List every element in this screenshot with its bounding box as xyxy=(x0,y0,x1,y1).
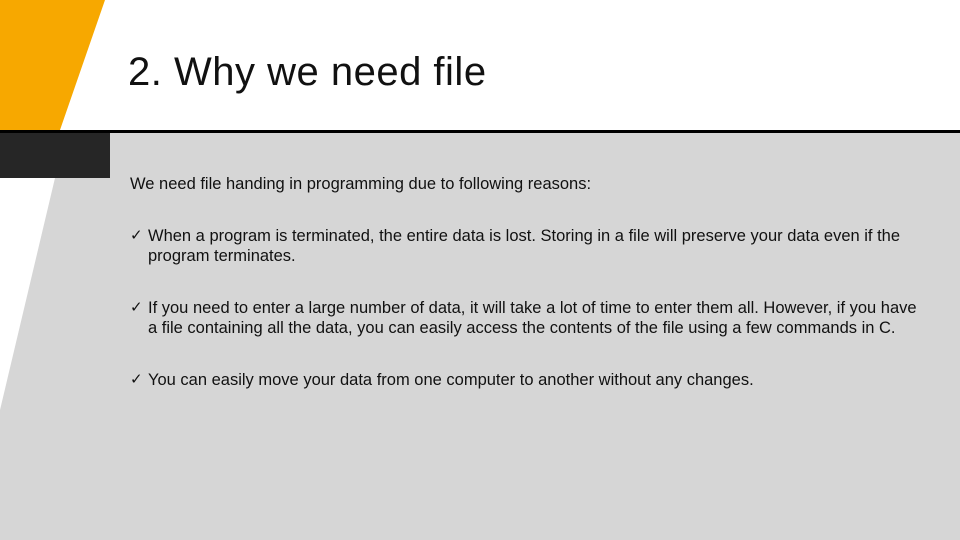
bullet-text: If you need to enter a large number of d… xyxy=(148,298,920,338)
amber-corner-shape xyxy=(0,0,120,130)
check-icon: ✓ xyxy=(130,298,148,318)
slide-content: We need file handing in programming due … xyxy=(130,175,920,422)
list-item: ✓ When a program is terminated, the enti… xyxy=(130,226,920,266)
slide-title: 2. Why we need file xyxy=(128,50,487,95)
bullet-text: When a program is terminated, the entire… xyxy=(148,226,920,266)
check-icon: ✓ xyxy=(130,370,148,390)
header-divider xyxy=(0,130,960,133)
intro-text: We need file handing in programming due … xyxy=(130,175,920,194)
check-icon: ✓ xyxy=(130,226,148,246)
dark-accent-bar xyxy=(0,133,110,178)
list-item: ✓ You can easily move your data from one… xyxy=(130,370,920,390)
slide: 2. Why we need file We need file handing… xyxy=(0,0,960,540)
list-item: ✓ If you need to enter a large number of… xyxy=(130,298,920,338)
bullet-text: You can easily move your data from one c… xyxy=(148,370,754,390)
